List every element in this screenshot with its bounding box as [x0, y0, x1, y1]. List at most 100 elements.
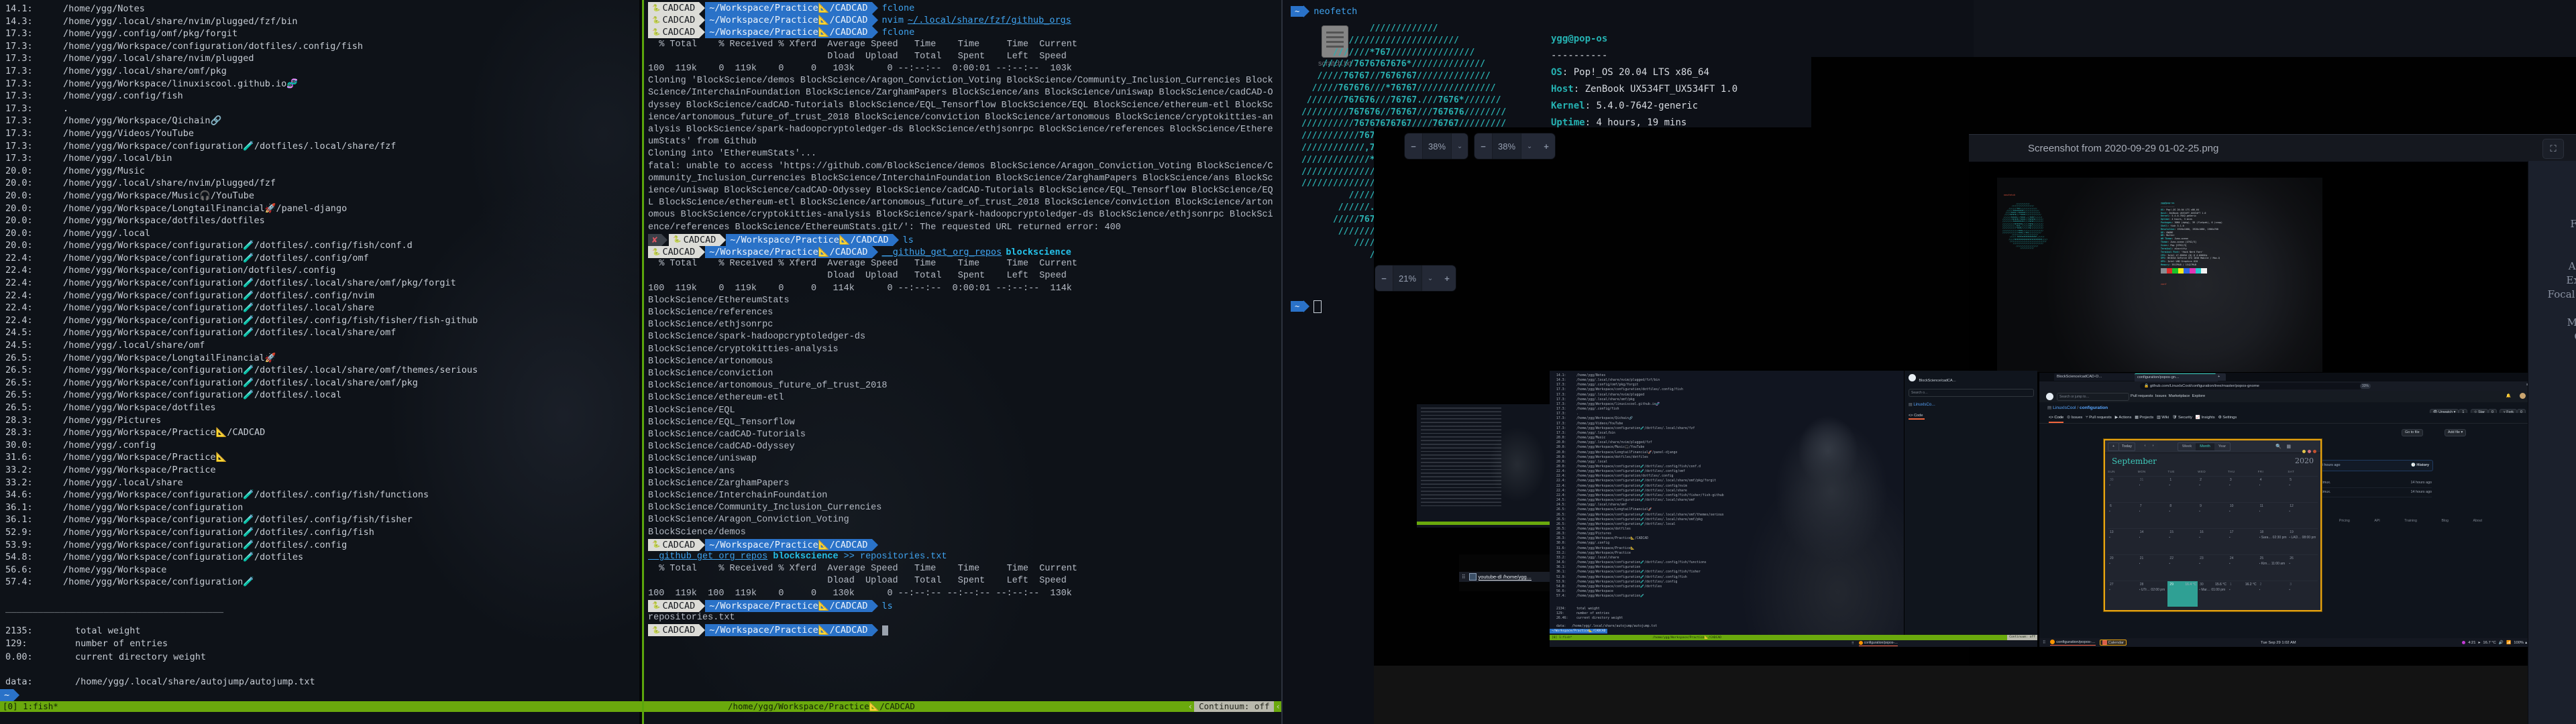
curl-progress: 100 119k 100 119k 0 0 130k 0 --:--:-- --… — [648, 588, 1277, 600]
autojump-entry: 54.8: /home/ygg/Workspace/configuration🧪… — [5, 551, 478, 564]
zoom-in-button[interactable]: + — [1438, 274, 1456, 284]
viewer-zoom-toolbar-1[interactable]: − 38% ⌄ — [1404, 133, 1468, 160]
middle-terminal-pane[interactable]: 🐍CADCAD~/Workspace/Practice📐/CADCAD fclo… — [642, 0, 1282, 724]
calendar-cell: 13 — [2108, 528, 2138, 554]
repo-line: BlockScience/Aragon_Conviction_Voting — [648, 514, 1277, 526]
venv-chip: 🐍CADCAD — [648, 2, 699, 14]
autojump-entry: 31.6: /home/ygg/Workspace/Practice📐 — [5, 451, 478, 464]
chevron-down-icon[interactable]: ⌄ — [1521, 143, 1538, 150]
autojump-entry: 17.3: /home/ygg/.local/share/nvim/plugge… — [5, 52, 478, 65]
mini-taskbar: ⠿ configuration/popos-… Calendar Tue Sep… — [2039, 638, 2531, 647]
autojump-entry: 26.5: /home/ygg/Workspace/LongtailFinanc… — [5, 352, 478, 365]
calendar-cell: 30 — [2108, 476, 2138, 502]
entry-weight: 22.4: — [5, 277, 63, 290]
text-cursor-hollow — [1313, 300, 1322, 313]
code-icon: <> — [1909, 414, 1914, 418]
calendar-cell: 5 — [2288, 476, 2318, 502]
tmux-statusbar-middle[interactable]: /home/ygg/Workspace/Practice📐/CADCAD ‹ C… — [644, 701, 1282, 712]
calendar-cell: 27 — [2108, 581, 2138, 607]
autojump-entry: 22.4: /home/ygg/Workspace/configuration🧪… — [5, 302, 478, 314]
viewer-zoom-toolbar-2[interactable]: − 38% ⌄ + — [1474, 133, 1556, 160]
entry-path: /home/ygg/.config/omf/pkg/forgit — [63, 27, 237, 40]
zoom-out-button[interactable]: − — [1375, 274, 1393, 284]
property-label: Camera — [2528, 330, 2576, 344]
calendar-cell: 1 16.2 °C — [2228, 581, 2258, 607]
zoom-out-button[interactable]: − — [1405, 141, 1422, 152]
zoom-percent[interactable]: 38% — [1422, 133, 1452, 159]
python-icon: 🐍 — [673, 236, 681, 243]
github-footer-links: …tart GitHubPricingAPITrainingBlogAbout — [2294, 519, 2482, 523]
prompt-line-active[interactable]: 🐍CADCAD~/Workspace/Practice📐/CADCAD — [648, 624, 1277, 636]
property-label: Folder — [2528, 231, 2576, 245]
entry-weight: 33.2: — [5, 477, 63, 489]
entry-path: /home/ygg/Workspace/configuration🧪/dotfi… — [63, 539, 347, 552]
fish-prompt-idle[interactable]: ~ — [1291, 300, 1322, 312]
calendar-year: 2020 — [2295, 457, 2314, 466]
python-icon: 🐍 — [652, 17, 660, 24]
entry-path: /home/ygg/Workspace/configuration🧪/dotfi… — [63, 364, 478, 377]
fullscreen-icon[interactable]: ⛶ — [2542, 139, 2564, 159]
property-label: Time — [2528, 372, 2576, 386]
repo-line: BlockScience/InterchainFoundation — [648, 490, 1277, 502]
autojump-entry: 17.3: /home/ygg/Workspace/configuration/… — [5, 40, 478, 53]
volume-icon: 🔊 — [2499, 641, 2504, 645]
entry-weight: 26.5: — [5, 402, 63, 414]
calendar-cell: 16 — [2198, 528, 2228, 554]
viewer-headerbar[interactable]: Screenshot from 2020-09-29 01-02-25.png … — [1969, 135, 2576, 162]
github-search: Search or jump to… — [2057, 393, 2129, 401]
autojump-entry: 30.0: /home/ygg/.config — [5, 439, 478, 452]
browser-tabstrip: BlockScience/cadCAD-O… configuration/pop… — [2039, 373, 2531, 381]
chevron-down-icon[interactable]: ⌄ — [1452, 143, 1468, 150]
viewer-zoom-toolbar-3[interactable]: − 21% ⌄ + — [1375, 265, 1456, 292]
tmux-session-label: [0] 1:fish* — [3, 701, 58, 712]
zoom-percent[interactable]: 21% — [1393, 265, 1422, 291]
powerline-left-arrow: ‹ — [1187, 701, 1195, 712]
chevron-down-icon[interactable]: ⌄ — [1422, 275, 1438, 282]
ascii-art-line: ///////////////////// — [1301, 35, 1527, 47]
calendar-menu-icon: ▦ — [2286, 444, 2291, 449]
mini-ascii-art: ///////////// ///////////////////// ////… — [2002, 203, 2047, 249]
autojump-entry: 26.5: /home/ygg/Workspace/configuration🧪… — [5, 377, 478, 389]
calendar-cell: 2 — [2198, 476, 2228, 502]
add-file-button: Add file ▾ — [2445, 429, 2466, 436]
redirect-operator: >> — [839, 552, 860, 562]
left-terminal-pane[interactable]: 14.1: /home/ygg/Notes 14.3: /home/ygg/.l… — [0, 0, 639, 724]
autojump-entry: 17.3: /home/ygg/.local/share/omf/pkg — [5, 65, 478, 78]
entry-path: /home/ygg/Workspace/configuration🧪/dotfi… — [63, 551, 303, 564]
entry-path: /home/ygg/.local/bin — [63, 152, 172, 165]
network-icon: 📶 — [2506, 641, 2511, 645]
calendar-cell: 6 — [2108, 502, 2138, 528]
calendar-cell: 4 — [2258, 476, 2288, 502]
fish-prompt-neofetch: ~ neofetch — [1291, 5, 1357, 17]
bell-icon: 🔔 — [2506, 394, 2511, 398]
repo-line: BlockScience/ans — [648, 466, 1277, 478]
entry-weight: 36.1: — [5, 501, 63, 514]
repo-line: BlockScience/EQL — [648, 405, 1277, 417]
autojump-entry: 17.3: /home/ygg/Workspace/linuxiscool.gi… — [5, 78, 478, 90]
zoom-in-button[interactable]: + — [1538, 141, 1555, 152]
view-switcher: WeekMonthYear — [2178, 442, 2231, 451]
prompt-cwd-chip: ~ — [1291, 301, 1303, 312]
entry-path: /home/ygg/Workspace/Music🎧/YouTube — [63, 190, 254, 202]
autojump-data-line: data: /home/ygg/.local/share/autojump/au… — [5, 676, 315, 688]
entry-path: /home/ygg/Workspace/configuration🧪/dotfi… — [63, 252, 369, 265]
mini-tmux-bar — [1417, 522, 1552, 525]
calendar-cell: 20 — [2108, 554, 2138, 581]
mini-prompt-conf: conf — [2161, 283, 2222, 286]
entry-path: /home/ygg/Workspace/configuration🧪/dotfi… — [63, 314, 478, 327]
image-viewer-window-top[interactable] — [1811, 57, 2576, 137]
entry-weight: 26.5: — [5, 352, 63, 365]
entry-weight: 17.3: — [5, 152, 63, 165]
command-ls: ls — [903, 235, 914, 245]
zoom-percent[interactable]: 38% — [1492, 133, 1521, 159]
entry-path: /home/ygg/Workspace/linuxiscool.github.i… — [63, 78, 298, 90]
entry-weight: 30.0: — [5, 439, 63, 452]
zoom-out-button[interactable]: − — [1474, 141, 1492, 152]
tmux-statusbar-left[interactable]: [0] 1:fish* — [0, 701, 642, 712]
repo-line: BlockScience/ethjsonrpc — [648, 319, 1277, 331]
viewer-title: Screenshot from 2020-09-29 01-02-25.png — [2028, 143, 2218, 154]
calendar-cell: 3 — [2228, 476, 2258, 502]
properties-panel[interactable]: SizeTypeFile SizeFolderApertureExposureF… — [2528, 161, 2576, 724]
autojump-entry: 26.5: /home/ygg/Workspace/configuration🧪… — [5, 389, 478, 402]
repo-nav-row: <> Code ⊙ Issues ⑂ Pull requests ▶ Actio… — [2039, 413, 2531, 424]
